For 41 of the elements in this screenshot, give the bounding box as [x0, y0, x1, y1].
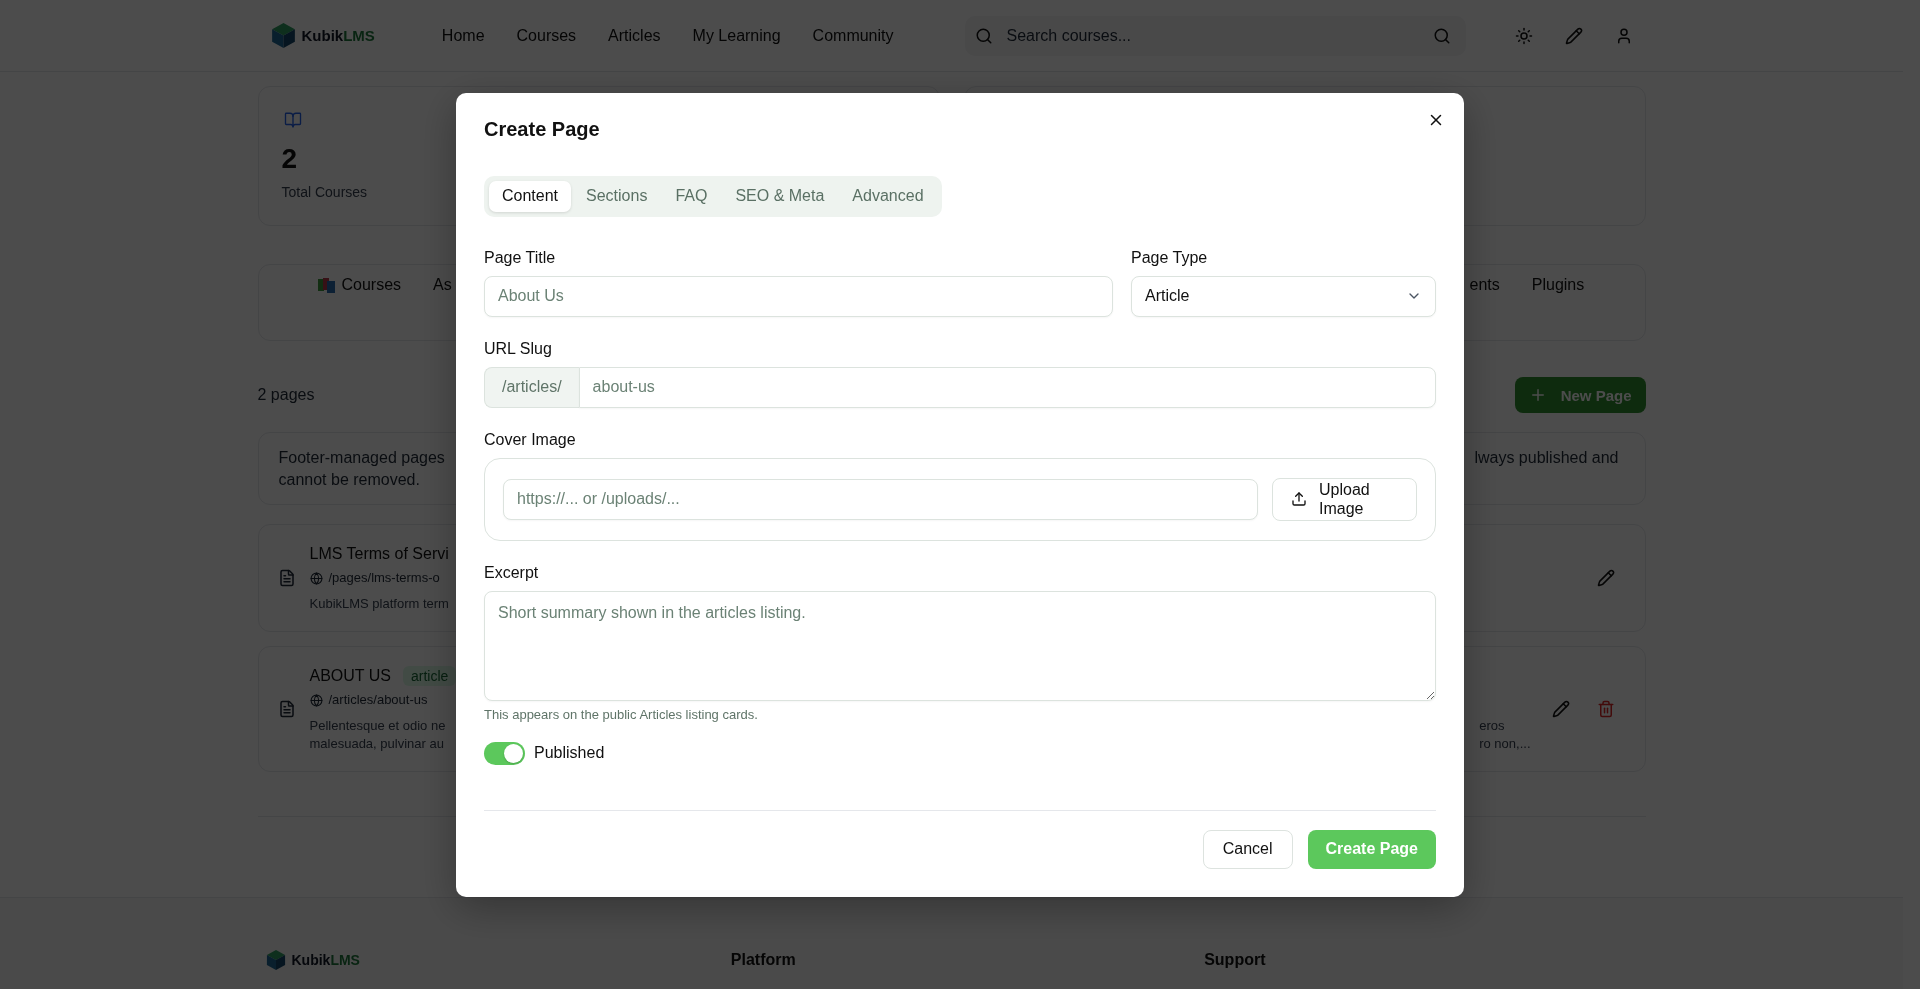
- field-label: Page Title: [484, 247, 557, 268]
- page-title: ABOUT US: [309, 666, 391, 686]
- page-url: /pages/lms-terms-o: [328, 569, 440, 587]
- dialog-tab[interactable]: FAQ: [662, 180, 721, 212]
- dialog-tab[interactable]: SEO & Meta: [722, 180, 838, 212]
- field-label: Cover Image: [484, 429, 577, 450]
- field-label: Page Type: [1131, 247, 1209, 268]
- stat-value: 2: [281, 143, 298, 175]
- page-excerpt: KubikLMS platform term: [309, 595, 449, 613]
- url-prefix: /articles/: [484, 366, 579, 408]
- upload-button[interactable]: Upload Image: [1272, 477, 1417, 521]
- footer-heading: Platform: [730, 950, 797, 970]
- field-label: URL Slug: [484, 338, 553, 359]
- page-count: 2 pages: [257, 386, 315, 404]
- section-tab[interactable]: As: [433, 275, 452, 295]
- upload-icon: [1291, 491, 1307, 507]
- section-tab[interactable]: ents: [1469, 275, 1500, 295]
- page-excerpt: eros ro non,...: [1479, 717, 1531, 753]
- page-excerpt: Pellentesque et odio ne malesuada, pulvinar au: [309, 717, 446, 753]
- dialog-tab[interactable]: Content: [489, 180, 572, 212]
- page-type-select[interactable]: Article: [1131, 275, 1436, 317]
- published-toggle[interactable]: [484, 741, 525, 765]
- footer-heading: Support: [1204, 950, 1267, 970]
- field-label: Excerpt: [484, 562, 540, 583]
- cancel-button[interactable]: Cancel: [1202, 829, 1293, 869]
- dialog-tab[interactable]: Advanced: [839, 180, 937, 212]
- dialog-title: Create Page: [484, 116, 600, 141]
- cover-url-input[interactable]: https://... or /uploads/...: [503, 478, 1258, 520]
- dialog-tab[interactable]: Sections: [573, 180, 661, 212]
- page-title: LMS Terms of Servi: [309, 544, 449, 564]
- field-hint: This appears on the public Articles listing cards.: [484, 706, 759, 723]
- toggle-label: Published: [534, 744, 605, 762]
- stat-label: Total Courses: [281, 183, 368, 201]
- notice-text: Footer-managed pages cannot be removed.: [278, 448, 445, 490]
- excerpt-textarea[interactable]: Short summary shown in the articles listing.: [484, 590, 1436, 701]
- slug-input[interactable]: about-us: [578, 366, 1436, 408]
- page-url: /articles/about-us: [328, 691, 428, 709]
- create-page-button[interactable]: Create Page: [1307, 829, 1436, 869]
- section-tab[interactable]: Plugins: [1531, 275, 1585, 295]
- notice-text: lways published and: [1474, 448, 1619, 468]
- page-title-input[interactable]: About Us: [484, 275, 1113, 317]
